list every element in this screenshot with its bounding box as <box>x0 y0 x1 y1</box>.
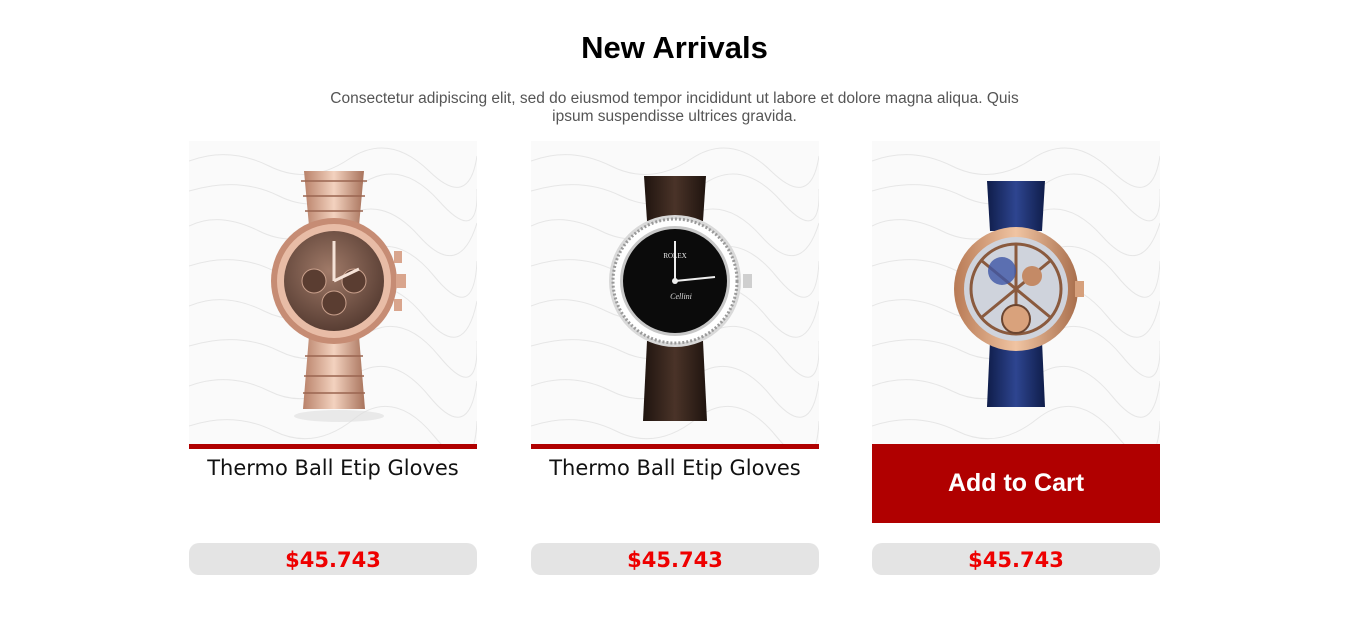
product-name[interactable]: Thermo Ball Etip Gloves <box>531 450 819 487</box>
product-name[interactable]: Thermo Ball Etip Gloves <box>189 450 477 487</box>
product-price: $45.743 <box>872 543 1160 575</box>
accent-bar <box>189 444 477 449</box>
product-price: $45.743 <box>531 543 819 575</box>
product-image[interactable] <box>872 141 1160 444</box>
product-card[interactable]: Add to Cart $45.743 <box>872 141 1160 577</box>
black-dial-leather-watch-image: ROLEX Cellini <box>609 176 752 421</box>
new-arrivals-section: New Arrivals Consectetur adipiscing elit… <box>0 0 1349 617</box>
add-to-cart-button[interactable]: Add to Cart <box>872 444 1160 523</box>
skeleton-tourbillon-watch-image <box>954 181 1084 407</box>
dial-model-text: Cellini <box>670 292 692 301</box>
accent-bar <box>531 444 819 449</box>
product-card[interactable]: ROLEX Cellini Thermo Ball Etip Gloves $4… <box>531 141 819 577</box>
product-image[interactable]: ROLEX Cellini <box>531 141 819 444</box>
product-price: $45.743 <box>189 543 477 575</box>
section-title: New Arrivals <box>581 30 768 65</box>
rose-gold-chronograph-watch-image <box>271 171 406 422</box>
product-card[interactable]: Thermo Ball Etip Gloves $45.743 <box>189 141 477 577</box>
section-subtitle: Consectetur adipiscing elit, sed do eius… <box>330 90 1019 125</box>
product-image[interactable] <box>189 141 477 444</box>
